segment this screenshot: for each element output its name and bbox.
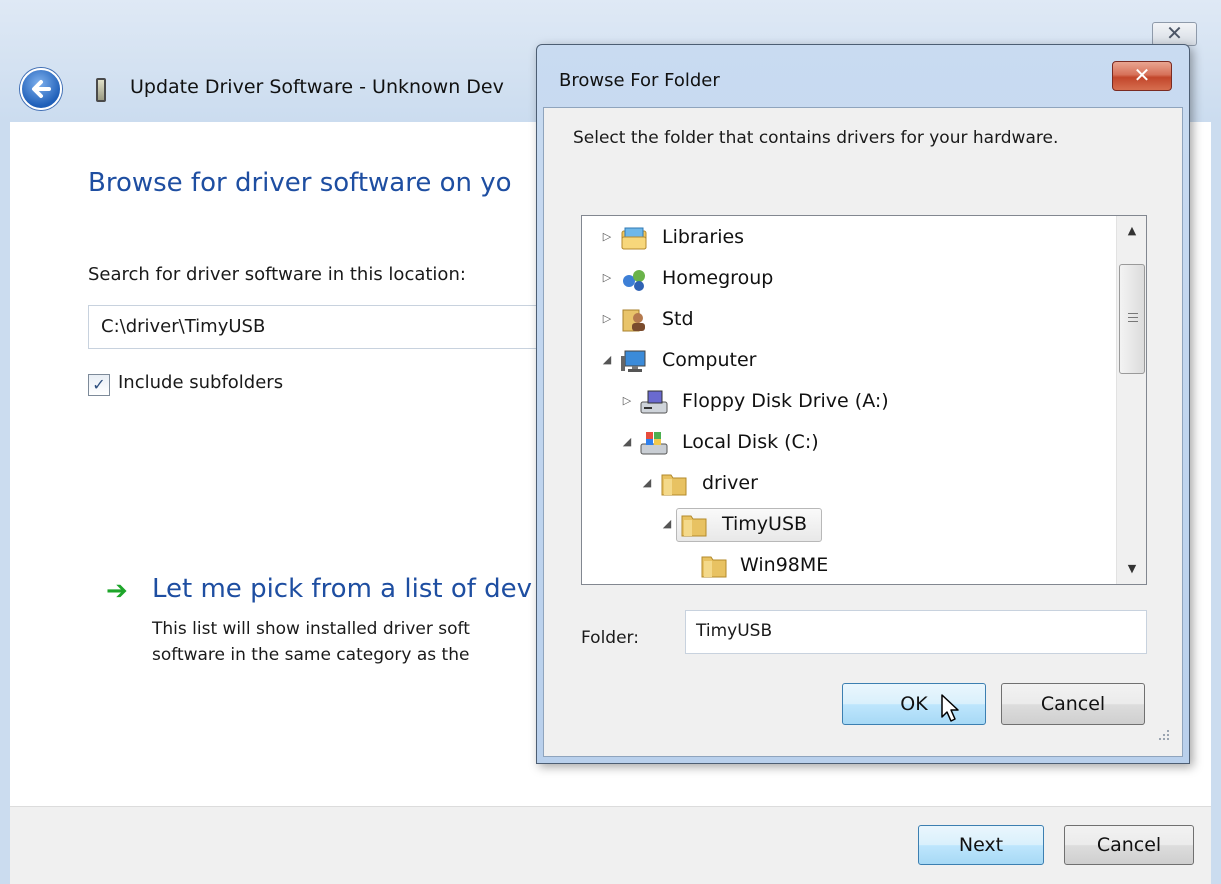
expanded-arrow-icon[interactable]: ◢ bbox=[660, 517, 674, 531]
expanded-arrow-icon[interactable]: ◢ bbox=[620, 435, 634, 449]
tree-item-label: Libraries bbox=[662, 226, 745, 248]
dialog-close-button[interactable]: ✕ bbox=[1112, 61, 1172, 91]
usb-device-icon bbox=[96, 78, 106, 102]
tree-scrollbar[interactable]: ▲ ▼ bbox=[1116, 216, 1146, 584]
wizard-frame-left bbox=[0, 122, 10, 884]
collapsed-arrow-icon[interactable]: ▷ bbox=[620, 394, 634, 408]
ok-button[interactable]: OK bbox=[842, 683, 986, 725]
folder-label: Folder: bbox=[581, 628, 639, 648]
tree-item-std[interactable]: ▷ Std bbox=[582, 302, 1112, 338]
tree-item-timyusb[interactable]: ◢ TimyUSB bbox=[582, 507, 1112, 543]
tree-item-floppy-drive[interactable]: ▷ Floppy Disk Drive (A:) bbox=[582, 384, 1112, 420]
driver-path-input[interactable]: C:\driver\TimyUSB bbox=[88, 305, 548, 349]
dialog-title: Browse For Folder bbox=[559, 70, 720, 91]
include-subfolders-label: Include subfolders bbox=[118, 372, 284, 393]
homegroup-icon bbox=[623, 270, 645, 291]
tree-item-driver[interactable]: ◢ driver bbox=[582, 466, 1112, 502]
floppy-drive-icon bbox=[640, 390, 668, 414]
wizard-cancel-button[interactable]: Cancel bbox=[1064, 825, 1194, 865]
search-location-label: Search for driver software in this locat… bbox=[88, 264, 466, 285]
dialog-prompt: Select the folder that contains drivers … bbox=[573, 128, 1059, 148]
tree-item-label: driver bbox=[702, 472, 758, 494]
folder-tree[interactable]: ▷ Libraries ▷ Homegroup ▷ Std ◢ Computer… bbox=[581, 215, 1147, 585]
collapsed-arrow-icon[interactable]: ▷ bbox=[600, 271, 614, 285]
page-heading: Browse for driver software on yo bbox=[88, 168, 512, 198]
tree-item-label: Win98ME bbox=[740, 554, 829, 576]
close-icon: ✕ bbox=[1133, 63, 1151, 87]
tree-item-label: TimyUSB bbox=[722, 513, 808, 535]
expanded-arrow-icon[interactable]: ◢ bbox=[640, 476, 654, 490]
green-arrow-icon: ➔ bbox=[106, 576, 128, 606]
tree-item-label: Std bbox=[662, 308, 694, 330]
wizard-frame-right bbox=[1211, 122, 1221, 884]
scrollbar-thumb[interactable] bbox=[1119, 264, 1145, 374]
tree-item-label: Computer bbox=[662, 349, 757, 371]
back-arrow-icon bbox=[32, 80, 51, 98]
folder-icon bbox=[681, 515, 707, 537]
libraries-icon bbox=[621, 227, 647, 250]
resize-grip-icon[interactable] bbox=[1157, 728, 1171, 742]
tree-item-homegroup[interactable]: ▷ Homegroup bbox=[582, 261, 1112, 297]
browse-for-folder-dialog: Browse For Folder ✕ Select the folder th… bbox=[536, 44, 1190, 764]
include-subfolders-checkbox[interactable]: ✓ bbox=[88, 374, 110, 396]
pick-from-list-link[interactable]: Let me pick from a list of dev bbox=[152, 574, 532, 604]
mouse-cursor-icon bbox=[941, 694, 959, 722]
wizard-close-button[interactable]: ✕ bbox=[1152, 22, 1197, 46]
tree-item-win98me[interactable]: Win98ME bbox=[582, 548, 1112, 584]
scroll-up-arrow-icon[interactable]: ▲ bbox=[1117, 216, 1146, 246]
grip-icon bbox=[1128, 313, 1138, 322]
tree-item-local-disk[interactable]: ◢ Local Disk (C:) bbox=[582, 425, 1112, 461]
folder-icon bbox=[701, 556, 727, 578]
close-icon: ✕ bbox=[1166, 21, 1183, 45]
computer-icon bbox=[621, 350, 646, 372]
scroll-down-arrow-icon[interactable]: ▼ bbox=[1117, 554, 1146, 584]
expanded-arrow-icon[interactable]: ◢ bbox=[600, 353, 614, 367]
tree-item-label: Homegroup bbox=[662, 267, 774, 289]
pick-desc-line-2: software in the same category as the bbox=[152, 645, 470, 665]
tree-item-label: Local Disk (C:) bbox=[682, 431, 819, 453]
pick-from-list-description: This list will show installed driver sof… bbox=[152, 616, 470, 668]
dialog-cancel-button[interactable]: Cancel bbox=[1001, 683, 1145, 725]
folder-name-input[interactable]: TimyUSB bbox=[685, 610, 1147, 654]
next-button[interactable]: Next bbox=[918, 825, 1044, 865]
back-button[interactable] bbox=[20, 68, 62, 110]
collapsed-arrow-icon[interactable]: ▷ bbox=[600, 230, 614, 244]
tree-item-computer[interactable]: ◢ Computer bbox=[582, 343, 1112, 379]
wizard-title: Update Driver Software - Unknown Dev bbox=[130, 76, 504, 98]
user-folder-icon bbox=[622, 309, 645, 332]
collapsed-arrow-icon[interactable]: ▷ bbox=[600, 312, 614, 326]
local-disk-icon bbox=[640, 432, 668, 455]
tree-item-label: Floppy Disk Drive (A:) bbox=[682, 390, 889, 412]
pick-desc-line-1: This list will show installed driver sof… bbox=[152, 619, 470, 639]
folder-icon bbox=[661, 474, 687, 496]
tree-item-libraries[interactable]: ▷ Libraries bbox=[582, 220, 1112, 256]
